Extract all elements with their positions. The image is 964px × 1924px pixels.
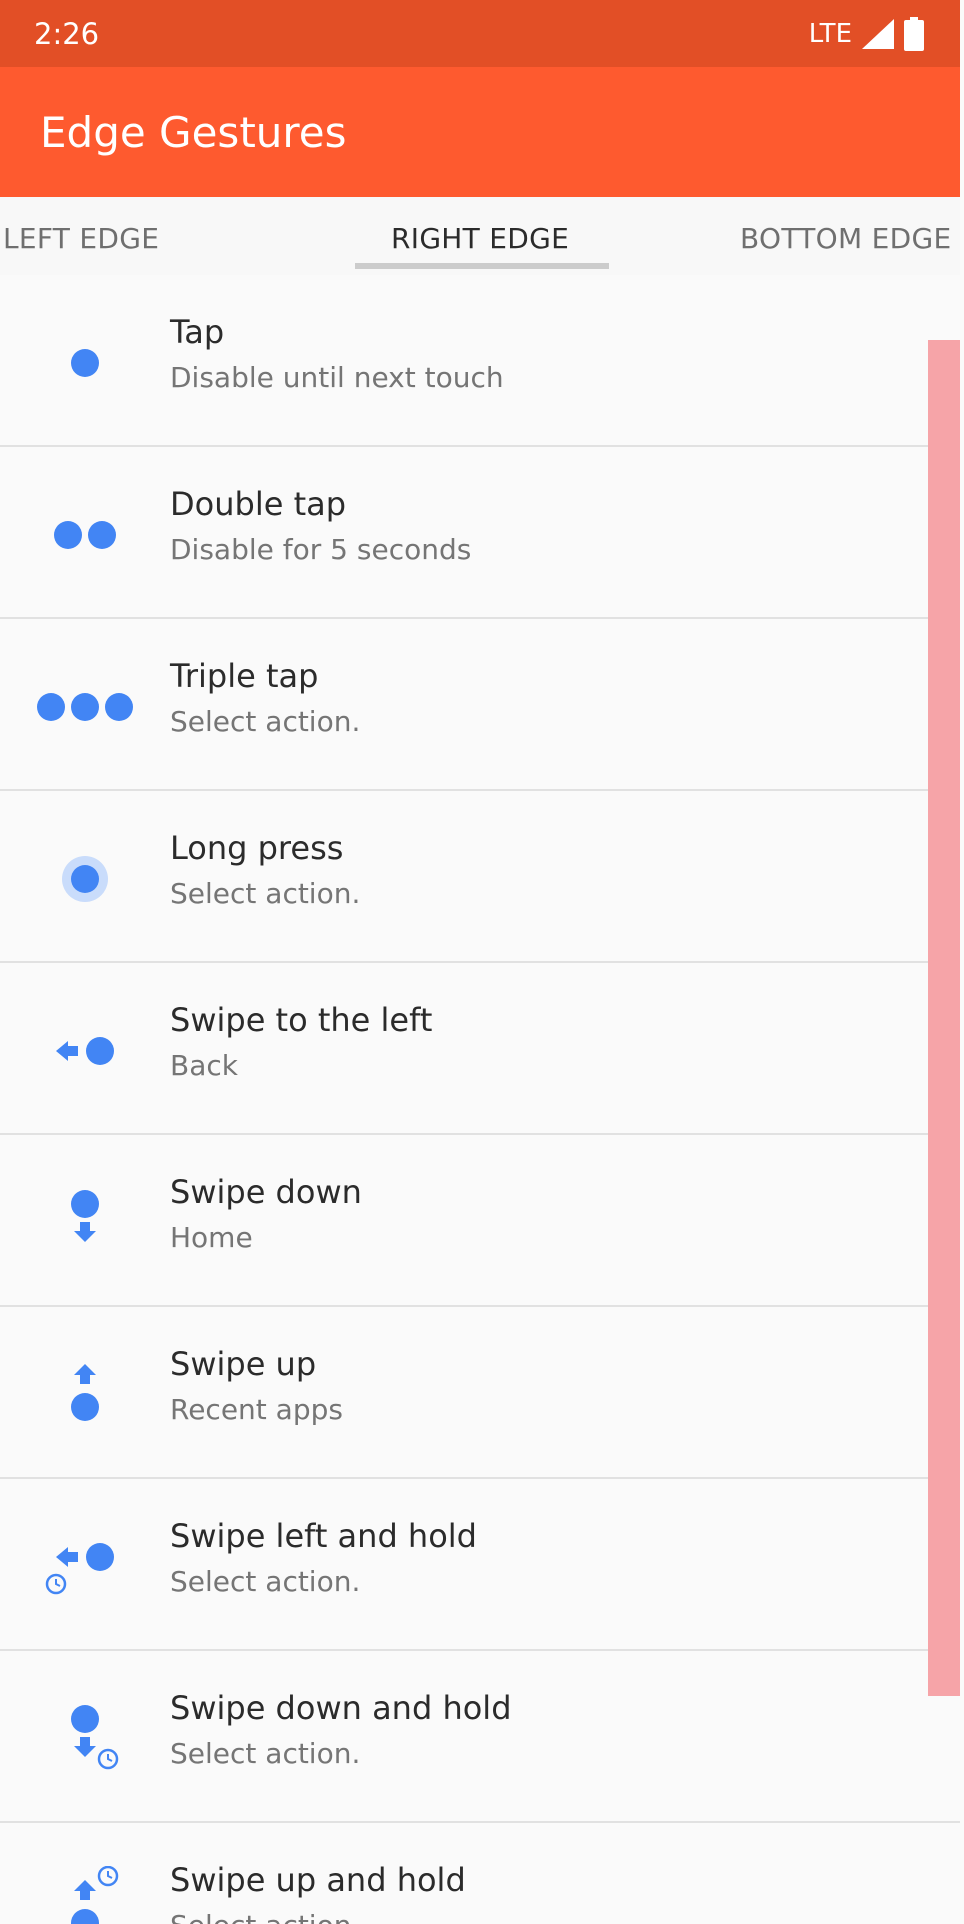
swipe-left-icon — [56, 1037, 114, 1065]
screen: 2:26 LTE Edge Gestures LEFT EDGE RIGHT E… — [0, 0, 964, 1924]
gesture-action: Disable for 5 seconds — [170, 533, 472, 566]
swipe-down-hold-icon — [71, 1705, 119, 1770]
gesture-action: Home — [170, 1221, 253, 1254]
gesture-list: Tap Disable until next touch Double tap … — [0, 275, 960, 1924]
gesture-action: Select action. — [170, 1565, 361, 1598]
triple-tap-icon — [37, 693, 133, 721]
gesture-title: Swipe to the left — [170, 1001, 433, 1039]
gesture-action: Select action. — [170, 1907, 360, 1924]
gesture-action: Select action. — [170, 1737, 361, 1770]
gesture-title: Swipe left and hold — [170, 1517, 477, 1555]
gesture-title: Double tap — [170, 485, 347, 523]
gesture-row-swipe-left[interactable]: Swipe to the left Back — [0, 963, 960, 1135]
swipe-down-icon — [71, 1190, 99, 1242]
gesture-title: Tap — [170, 313, 225, 351]
gesture-row-swipe-left-hold[interactable]: Swipe left and hold Select action. — [0, 1479, 960, 1651]
gesture-title: Swipe up and hold — [170, 1861, 466, 1899]
gesture-title: Long press — [170, 829, 344, 867]
tab-indicator — [355, 263, 609, 269]
gesture-action: Select action. — [170, 877, 361, 910]
status-icons: LTE — [809, 16, 924, 52]
gesture-row-swipe-up-hold[interactable]: Swipe up and hold Select action. — [0, 1823, 960, 1924]
battery-icon — [904, 17, 924, 51]
gesture-row-triple-tap[interactable]: Triple tap Select action. — [0, 619, 960, 791]
edge-tabs: LEFT EDGE RIGHT EDGE BOTTOM EDGE — [0, 197, 960, 275]
swipe-left-hold-icon — [45, 1543, 114, 1595]
gesture-row-swipe-up[interactable]: Swipe up Recent apps — [0, 1307, 960, 1479]
tab-left-edge[interactable]: LEFT EDGE — [3, 221, 159, 257]
gesture-row-swipe-down[interactable]: Swipe down Home — [0, 1135, 960, 1307]
gesture-row-long-press[interactable]: Long press Select action. — [0, 791, 960, 963]
gesture-title: Swipe down and hold — [170, 1689, 512, 1727]
swipe-up-icon — [71, 1364, 99, 1421]
app-title: Edge Gestures — [40, 108, 347, 157]
tab-bottom-edge[interactable]: BOTTOM EDGE — [740, 221, 952, 257]
gesture-title: Swipe up — [170, 1345, 317, 1383]
gesture-action: Select action. — [170, 705, 361, 738]
gesture-title: Swipe down — [170, 1173, 362, 1211]
tap-icon — [71, 349, 99, 377]
app-bar: Edge Gestures — [0, 67, 960, 197]
network-type-label: LTE — [808, 19, 852, 49]
gesture-title: Triple tap — [170, 657, 319, 695]
gesture-action: Recent apps — [170, 1393, 343, 1426]
gesture-row-double-tap[interactable]: Double tap Disable for 5 seconds — [0, 447, 960, 619]
swipe-up-hold-icon — [71, 1866, 119, 1924]
long-press-icon — [62, 856, 108, 902]
signal-icon — [862, 19, 894, 49]
gesture-row-tap[interactable]: Tap Disable until next touch — [0, 275, 960, 447]
gesture-row-swipe-down-hold[interactable]: Swipe down and hold Select action. — [0, 1651, 960, 1823]
gesture-action: Disable until next touch — [170, 361, 504, 394]
app-content: 2:26 LTE Edge Gestures LEFT EDGE RIGHT E… — [0, 0, 960, 1924]
gesture-action: Back — [170, 1049, 238, 1082]
status-time: 2:26 — [34, 17, 100, 51]
edge-scroll-indicator — [928, 340, 960, 1696]
status-bar: 2:26 LTE — [0, 0, 960, 67]
double-tap-icon — [54, 521, 116, 549]
tab-right-edge[interactable]: RIGHT EDGE — [391, 221, 569, 257]
